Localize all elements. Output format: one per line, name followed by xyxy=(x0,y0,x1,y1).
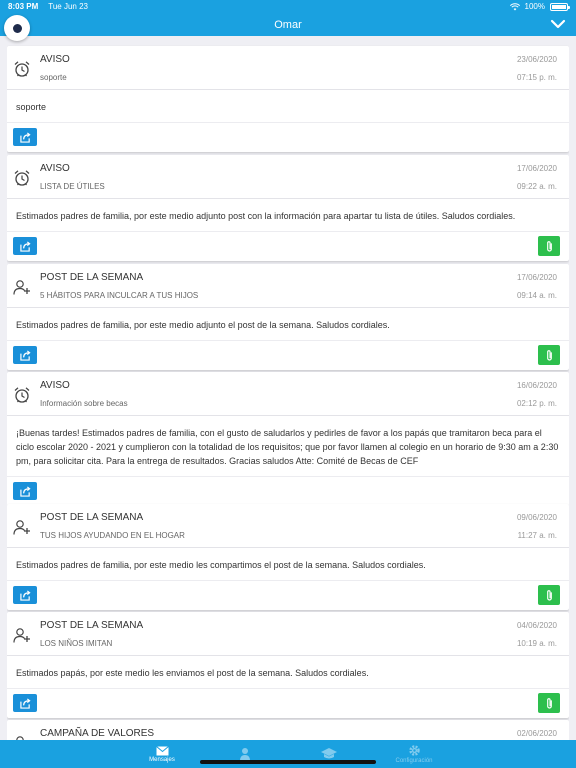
message-time: 11:27 a. m. xyxy=(517,531,557,540)
message-header: AVISO LISTA DE ÚTILES 17/06/2020 09:22 a. m… xyxy=(7,155,569,199)
gear-icon xyxy=(408,745,420,756)
battery-icon xyxy=(550,2,570,11)
message-title: POST DE LA SEMANA xyxy=(40,512,144,523)
tab-label: Mensajes xyxy=(149,756,175,763)
message-time: 10:19 a. m. xyxy=(516,639,557,648)
message-date: 17/06/2020 xyxy=(516,273,557,282)
tab-mensajes[interactable]: Mensajes xyxy=(122,740,202,768)
status-time: 8:03 PM xyxy=(8,2,39,11)
message-header: POST DE LA SEMANA 5 HÁBITOS PARA INCULCAR… xyxy=(7,264,569,308)
share-button[interactable] xyxy=(13,482,37,500)
share-button[interactable] xyxy=(13,586,37,604)
share-button[interactable] xyxy=(13,237,37,255)
message-subtitle: TUS HIJOS AYUDANDO EN EL HOGAR xyxy=(40,531,185,540)
message-title: CAMPAÑA DE VALORES xyxy=(40,728,155,739)
status-date: Tue Jun 23 xyxy=(48,2,88,11)
message-header: POST DE LA SEMANA LOS NIÑOS IMITAN 04/06/2… xyxy=(7,612,569,656)
paperclip-icon xyxy=(546,349,552,361)
share-icon xyxy=(19,131,31,143)
message-card[interactable]: POST DE LA SEMANA 5 HÁBITOS PARA INCULCAR… xyxy=(7,264,569,370)
share-icon xyxy=(19,589,31,601)
share-button[interactable] xyxy=(13,346,37,364)
paperclip-icon xyxy=(546,589,552,601)
message-date: 16/06/2020 xyxy=(516,381,557,390)
message-body: Estimados papás, por este medio les envi… xyxy=(7,656,569,689)
message-actions xyxy=(7,232,569,261)
message-title: AVISO xyxy=(40,380,70,391)
message-subtitle: LISTA DE ÚTILES xyxy=(40,182,105,191)
person-add-icon xyxy=(13,626,31,644)
message-title: AVISO xyxy=(40,54,70,65)
message-header: POST DE LA SEMANA TUS HIJOS AYUDANDO EN E… xyxy=(7,504,569,548)
message-actions xyxy=(7,341,569,370)
paperclip-icon xyxy=(546,240,552,252)
message-date: 04/06/2020 xyxy=(516,621,557,630)
attachment-button[interactable] xyxy=(538,345,560,365)
school-logo[interactable] xyxy=(4,15,30,41)
message-title: POST DE LA SEMANA xyxy=(40,272,144,283)
nav-bar: Omar xyxy=(0,13,576,36)
message-card[interactable]: AVISO LISTA DE ÚTILES 17/06/2020 09:22 a. m… xyxy=(7,155,569,261)
message-body: Estimados padres de familia, por este me… xyxy=(7,308,569,341)
message-card[interactable]: POST DE LA SEMANA LOS NIÑOS IMITAN 04/06/2… xyxy=(7,612,569,718)
messages-feed[interactable]: AVISO soporte 23/06/2020 07:15 p. m. soporte… xyxy=(7,40,569,740)
message-date: 23/06/2020 xyxy=(516,55,557,64)
envelope-icon xyxy=(155,745,169,755)
message-time: 02:12 p. m. xyxy=(516,399,557,408)
share-icon xyxy=(19,349,31,361)
person-add-icon xyxy=(13,518,31,536)
attachment-button[interactable] xyxy=(538,236,560,256)
chevron-down-icon[interactable] xyxy=(550,17,566,31)
alarm-clock-icon xyxy=(13,169,31,187)
message-title: POST DE LA SEMANA xyxy=(40,620,144,631)
message-date: 02/06/2020 xyxy=(516,729,557,738)
message-card[interactable]: CAMPAÑA DE VALORES 02/06/2020 xyxy=(7,720,569,740)
attachment-button[interactable] xyxy=(538,693,560,713)
alarm-clock-icon xyxy=(13,60,31,78)
battery-percent: 100% xyxy=(524,2,545,11)
share-button[interactable] xyxy=(13,128,37,146)
message-body: soporte xyxy=(7,90,569,123)
message-date: 17/06/2020 xyxy=(516,164,557,173)
message-time: 09:22 a. m. xyxy=(516,182,557,191)
message-actions xyxy=(7,477,569,506)
logo-mark-icon xyxy=(12,23,22,33)
message-header: CAMPAÑA DE VALORES 02/06/2020 xyxy=(7,720,569,740)
share-icon xyxy=(19,240,31,252)
message-header: AVISO soporte 23/06/2020 07:15 p. m. xyxy=(7,46,569,90)
message-subtitle: soporte xyxy=(40,73,67,82)
message-card[interactable]: AVISO soporte 23/06/2020 07:15 p. m. soporte xyxy=(7,46,569,152)
share-icon xyxy=(19,485,31,497)
paperclip-icon xyxy=(546,697,552,709)
message-subtitle: 5 HÁBITOS PARA INCULCAR A TUS HIJOS xyxy=(40,291,199,300)
share-button[interactable] xyxy=(13,694,37,712)
person-icon xyxy=(240,748,250,761)
wifi-icon xyxy=(509,2,520,10)
message-actions xyxy=(7,123,569,152)
message-time: 09:14 a. m. xyxy=(516,291,557,300)
page-title: Omar xyxy=(274,18,302,31)
home-indicator xyxy=(200,760,376,764)
message-subtitle: Información sobre becas xyxy=(40,399,128,408)
share-icon xyxy=(19,697,31,709)
attachment-button[interactable] xyxy=(538,585,560,605)
status-bar: 8:03 PM Tue Jun 23 100% xyxy=(0,0,576,13)
person-add-icon xyxy=(13,278,31,296)
message-date: 09/06/2020 xyxy=(516,513,557,522)
alarm-clock-icon xyxy=(13,386,31,404)
message-header: AVISO Información sobre becas 16/06/2020 02… xyxy=(7,372,569,416)
tab-configuracion[interactable]: Configuración xyxy=(374,740,454,768)
message-actions xyxy=(7,581,569,610)
tab-label: Configuración xyxy=(395,758,433,764)
message-body: Estimados padres de familia, por este me… xyxy=(7,548,569,581)
graduation-cap-icon xyxy=(321,748,337,759)
message-card[interactable]: AVISO Información sobre becas 16/06/2020 02… xyxy=(7,372,569,506)
message-title: AVISO xyxy=(40,163,70,174)
message-time: 07:15 p. m. xyxy=(516,73,557,82)
message-body: ¡Buenas tardes! Estimados padres de fami… xyxy=(7,416,569,477)
message-card[interactable]: POST DE LA SEMANA TUS HIJOS AYUDANDO EN E… xyxy=(7,504,569,610)
message-actions xyxy=(7,689,569,718)
message-subtitle: LOS NIÑOS IMITAN xyxy=(40,639,113,648)
message-body: Estimados padres de familia, por este me… xyxy=(7,199,569,232)
